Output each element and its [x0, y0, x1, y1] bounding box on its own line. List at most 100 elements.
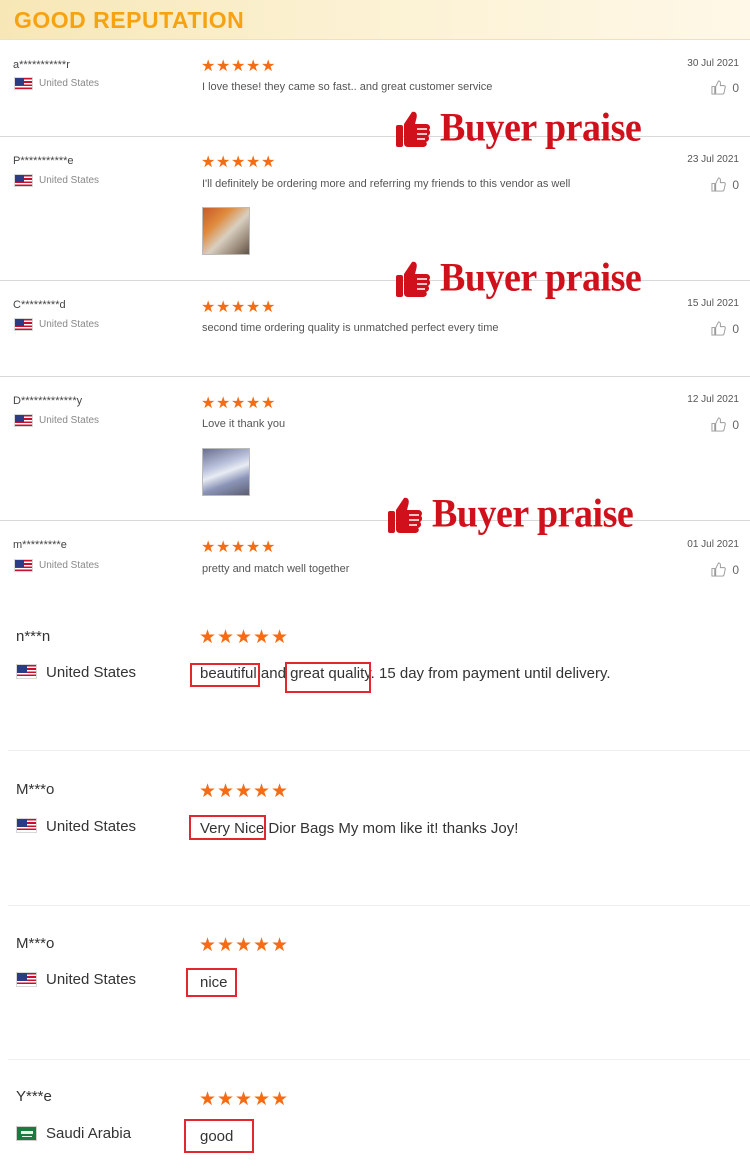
star-rating: ★★★★★: [199, 1088, 289, 1111]
star-rating: ★★★★★: [199, 780, 289, 803]
star-icon: ★: [216, 154, 231, 171]
review-text: I love these! they came so fast.. and gr…: [202, 81, 493, 93]
like-button[interactable]: 0: [711, 417, 739, 432]
star-icon: ★: [253, 935, 271, 956]
star-icon: ★: [271, 1089, 289, 1110]
like-button[interactable]: 0: [711, 562, 739, 577]
star-icon: ★: [216, 299, 231, 316]
review-divider: [0, 520, 750, 521]
review-date: 15 Jul 2021: [687, 298, 739, 309]
star-icon: ★: [235, 1089, 253, 1110]
review-text: pretty and match well together: [202, 563, 350, 575]
star-icon: ★: [235, 935, 253, 956]
like-button[interactable]: 0: [711, 80, 739, 95]
star-icon: ★: [271, 935, 289, 956]
thumbs-up-icon: [396, 261, 431, 297]
review-photo[interactable]: [202, 448, 250, 496]
star-rating: ★★★★★: [199, 934, 289, 957]
star-icon: ★: [253, 627, 271, 648]
star-icon: ★: [217, 935, 235, 956]
star-icon: ★: [246, 299, 261, 316]
reviewer-name: P***********e: [13, 155, 74, 167]
us-flag-icon: [14, 77, 33, 90]
reviewer-name: n***n: [16, 628, 51, 645]
us-flag-icon: [14, 318, 33, 331]
star-icon: ★: [261, 58, 276, 75]
highlight-box: [285, 662, 371, 693]
star-icon: ★: [199, 781, 217, 802]
highlight-box: [186, 968, 237, 997]
review-date: 12 Jul 2021: [687, 394, 739, 405]
like-count: 0: [732, 417, 739, 432]
star-icon: ★: [216, 395, 231, 412]
star-icon: ★: [246, 58, 261, 75]
review-text: second time ordering quality is unmatche…: [202, 322, 499, 334]
reviewer-country: United States: [39, 175, 100, 186]
star-rating: ★★★★★: [201, 152, 276, 172]
star-icon: ★: [246, 395, 261, 412]
thumbs-up-icon: [711, 80, 727, 95]
star-icon: ★: [261, 154, 276, 171]
star-rating: ★★★★★: [199, 626, 289, 649]
like-count: 0: [732, 562, 739, 577]
like-button[interactable]: 0: [711, 321, 739, 336]
star-icon: ★: [231, 299, 246, 316]
like-button[interactable]: 0: [711, 177, 739, 192]
star-icon: ★: [217, 1089, 235, 1110]
star-icon: ★: [261, 539, 276, 556]
thumbs-up-icon: [711, 177, 727, 192]
star-icon: ★: [201, 299, 216, 316]
review-photo[interactable]: [202, 207, 250, 255]
thumbs-up-icon: [388, 497, 423, 533]
star-icon: ★: [201, 539, 216, 556]
star-icon: ★: [246, 539, 261, 556]
star-rating: ★★★★★: [201, 297, 276, 317]
thumbs-up-icon: [711, 321, 727, 336]
like-count: 0: [732, 80, 739, 95]
us-flag-icon: [14, 559, 33, 572]
reviewer-name: Y***e: [16, 1088, 52, 1105]
like-count: 0: [732, 321, 739, 336]
review-date: 30 Jul 2021: [687, 58, 739, 69]
highlight-box: [189, 815, 266, 840]
star-icon: ★: [201, 58, 216, 75]
star-icon: ★: [235, 781, 253, 802]
buyer-praise-label: Buyer praise: [432, 491, 634, 537]
reviewer-name: C*********d: [13, 299, 66, 311]
reviewer-country: United States: [46, 971, 137, 988]
star-icon: ★: [261, 299, 276, 316]
star-icon: ★: [271, 627, 289, 648]
buyer-praise-badge: Buyer praise: [386, 491, 634, 537]
star-icon: ★: [199, 627, 217, 648]
star-icon: ★: [231, 539, 246, 556]
review-divider: [8, 1059, 750, 1060]
highlight-box: [190, 663, 260, 687]
star-icon: ★: [235, 627, 253, 648]
reviewer-name: m*********e: [13, 539, 67, 551]
reviewer-country: United States: [39, 319, 100, 330]
star-icon: ★: [217, 781, 235, 802]
star-icon: ★: [253, 781, 271, 802]
us-flag-icon: [16, 664, 37, 679]
us-flag-icon: [16, 818, 37, 833]
thumbs-up-icon: [711, 417, 727, 432]
reviewer-country: Saudi Arabia: [46, 1125, 132, 1142]
review-divider: [0, 376, 750, 377]
star-icon: ★: [201, 154, 216, 171]
thumbs-up-icon: [711, 562, 727, 577]
star-icon: ★: [231, 58, 246, 75]
review-date: 23 Jul 2021: [687, 154, 739, 165]
review-text: Love it thank you: [202, 418, 286, 430]
us-flag-icon: [16, 972, 37, 987]
reviewer-country: United States: [39, 415, 100, 426]
reviewer-name: a***********r: [13, 59, 70, 71]
reviewer-country: United States: [39, 78, 100, 89]
star-rating: ★★★★★: [201, 56, 276, 76]
highlight-box: [184, 1119, 254, 1153]
review-text: beautiful and great quality. 15 day from…: [200, 665, 611, 682]
star-icon: ★: [231, 395, 246, 412]
like-count: 0: [732, 177, 739, 192]
us-flag-icon: [14, 174, 33, 187]
section-title: GOOD REPUTATION: [14, 7, 245, 33]
reputation-header: GOOD REPUTATION: [0, 0, 750, 40]
